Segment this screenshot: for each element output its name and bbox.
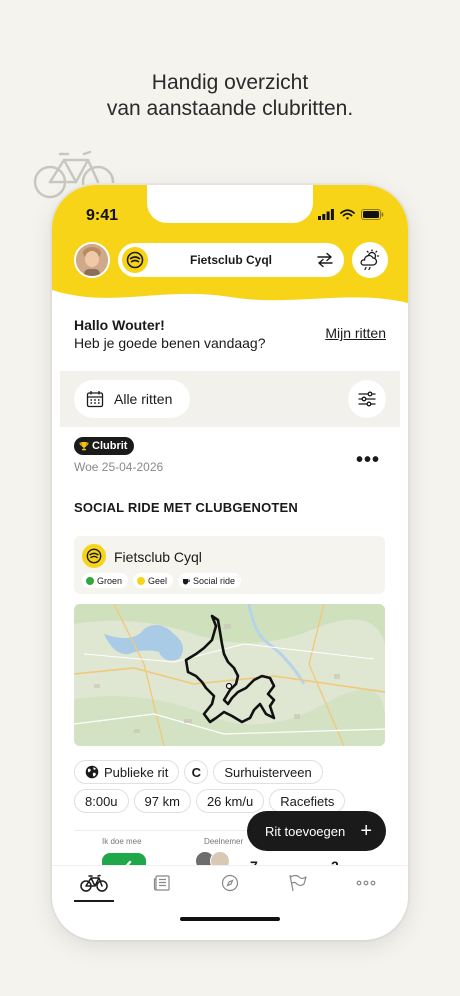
globe-icon [85,765,99,779]
route-map[interactable] [74,604,385,746]
sliders-icon [358,391,376,407]
home-indicator [180,917,280,921]
distance-chip: 97 km [133,789,191,813]
members-label: Deelnemer [204,837,244,846]
swap-icon[interactable] [316,252,334,268]
badge-label: Clubrit [92,440,128,452]
my-rides-link[interactable]: Mijn ritten [325,325,386,341]
chip-row-2: 8:00u 97 km 26 km/u Racefiets [74,789,386,813]
greeting-hello: Hallo Wouter! [74,317,165,333]
level-chip: C [184,760,209,784]
greeting-question: Heb je goede benen vandaag? [74,335,266,351]
plus-icon: + [360,820,372,842]
filter-settings-button[interactable] [348,380,386,418]
notch [147,185,313,223]
phone-frame: 9:41 Fietsclub Cyql Hallo Wouter! Heb je… [52,185,408,940]
compass-icon [221,874,239,892]
chip-row-1: Publieke rit C Surhuisterveen [74,760,386,784]
location-chip: Surhuisterveen [213,760,323,784]
ride-date: Woe 25-04-2026 [74,460,164,474]
promo-headline: Handig overzicht van aanstaande clubritt… [0,70,460,122]
add-ride-button[interactable]: Rit toevoegen + [247,811,386,851]
clubrit-badge: Clubrit [74,437,135,455]
calendar-icon [86,391,104,408]
trophy-icon [79,442,89,451]
cup-icon [183,578,190,584]
tag-groen: Groen [82,573,129,588]
bike-type-chip: Racefiets [269,789,346,813]
weather-cloud-sun-icon [360,249,380,271]
battery-icon [361,209,384,220]
bike-icon [80,874,108,892]
tab-rides[interactable] [74,874,114,902]
weather-button[interactable] [352,242,388,278]
tab-events[interactable] [278,874,318,902]
filter-bar: Alle ritten [60,371,400,427]
tag-label: Groen [97,575,123,586]
news-icon [153,875,170,891]
green-dot-icon [86,576,94,585]
tab-discover[interactable] [210,874,250,902]
tag-label: Geel [148,575,168,586]
public-ride-label: Publieke rit [104,764,169,780]
tag-label: Social ride [193,575,236,586]
more-options-icon[interactable]: ••• [356,449,380,472]
all-rides-label: Alle ritten [114,391,173,407]
tag-geel: Geel [133,573,174,588]
yellow-dot-icon [137,576,146,585]
status-time: 9:41 [86,207,119,224]
ride-club-name: Fietsclub Cyql [114,549,202,565]
club-switcher[interactable]: Fietsclub Cyql [118,243,344,277]
signal-icon [318,209,334,220]
status-icons [318,209,384,220]
start-time-chip: 8:00u [74,789,129,813]
status-bar: 9:41 [52,185,408,227]
route-map-image [74,604,385,746]
tab-bar [52,865,408,911]
promo-line-2: van aanstaande clubritten. [106,97,354,120]
ride-title[interactable]: SOCIAL RIDE MET CLUBGENOTEN [74,500,298,515]
add-ride-label: Rit toevoegen [265,823,346,839]
greeting: Hallo Wouter! Heb je goede benen vandaag… [74,316,266,352]
wifi-icon [340,209,355,220]
flag-icon [289,874,307,892]
public-ride-chip: Publieke rit [74,760,180,784]
join-label: Ik doe mee [102,837,142,846]
ride-club-card[interactable]: Fietsclub Cyql Groen Geel Social ride [74,536,385,594]
club-name: Fietsclub Cyql [189,253,272,267]
club-logo-icon [82,544,106,568]
tag-social-ride: Social ride [178,573,242,588]
more-icon [356,880,376,886]
ride-details: Publieke rit C Surhuisterveen 8:00u 97 k… [74,760,386,818]
promo-line-1: Handig overzicht [151,71,309,94]
tab-news[interactable] [142,874,182,902]
all-rides-button[interactable]: Alle ritten [74,380,190,418]
avatar[interactable] [74,242,110,278]
speed-chip: 26 km/u [195,789,265,813]
avatar-photo-icon [76,244,108,276]
tab-more[interactable] [346,874,386,902]
ride-tags: Groen Geel Social ride [82,573,242,588]
